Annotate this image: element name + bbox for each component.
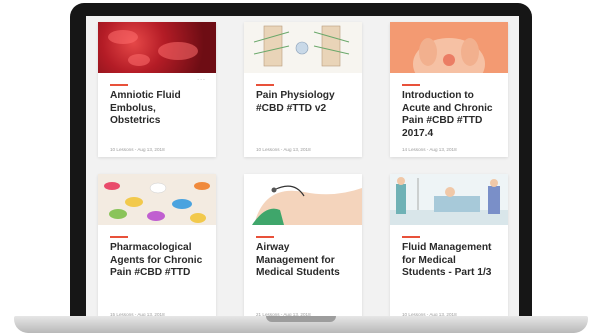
course-thumbnail[interactable] — [244, 174, 362, 225]
course-grid-screen: ... Amniotic Fluid Embolus, Obstetrics 1… — [86, 16, 519, 321]
course-meta: 10 Lessons - Aug 13, 2018 — [110, 147, 165, 152]
course-thumbnail[interactable] — [98, 22, 216, 73]
course-card[interactable]: Airway Management for Medical Students 2… — [244, 174, 362, 321]
course-card[interactable]: Introduction to Acute and Chronic Pain #… — [390, 22, 508, 157]
accent-line — [110, 236, 128, 238]
laptop-mockup: ... Amniotic Fluid Embolus, Obstetrics 1… — [0, 0, 600, 336]
card-menu-icon[interactable]: ... — [197, 75, 206, 82]
course-title[interactable]: Introduction to Acute and Chronic Pain #… — [402, 90, 500, 140]
course-meta: 14 Lessons - Aug 13, 2018 — [402, 147, 457, 152]
course-card[interactable]: Pain Physiology #CBD #TTD v2 10 Lessons … — [244, 22, 362, 157]
spine-diagram-icon — [253, 25, 350, 67]
pills-icon — [104, 182, 210, 223]
accent-line — [402, 236, 420, 238]
accent-line — [402, 84, 420, 86]
hospital-patient-icon — [390, 177, 508, 225]
course-thumbnail[interactable] — [390, 22, 508, 73]
course-thumbnail[interactable] — [390, 174, 508, 225]
course-title[interactable]: Fluid Management for Medical Students - … — [402, 242, 500, 280]
course-thumbnail[interactable] — [244, 22, 362, 73]
course-card[interactable]: Pharmacological Agents for Chronic Pain … — [98, 174, 216, 321]
airway-intubation-icon — [252, 185, 362, 225]
course-title[interactable]: Amniotic Fluid Embolus, Obstetrics — [110, 90, 208, 128]
course-card[interactable]: ... Amniotic Fluid Embolus, Obstetrics 1… — [98, 22, 216, 157]
back-pain-icon — [413, 38, 485, 73]
course-card[interactable]: Fluid Management for Medical Students - … — [390, 174, 508, 321]
laptop-notch — [266, 316, 336, 322]
course-meta: 10 Lessons - Aug 13, 2018 — [256, 147, 311, 152]
accent-line — [110, 84, 128, 86]
course-title[interactable]: Pharmacological Agents for Chronic Pain … — [110, 242, 208, 280]
accent-line — [256, 236, 274, 238]
course-thumbnail[interactable] — [98, 174, 216, 225]
course-title[interactable]: Pain Physiology #CBD #TTD v2 — [256, 90, 354, 115]
accent-line — [256, 84, 274, 86]
course-title[interactable]: Airway Management for Medical Students — [256, 242, 354, 280]
